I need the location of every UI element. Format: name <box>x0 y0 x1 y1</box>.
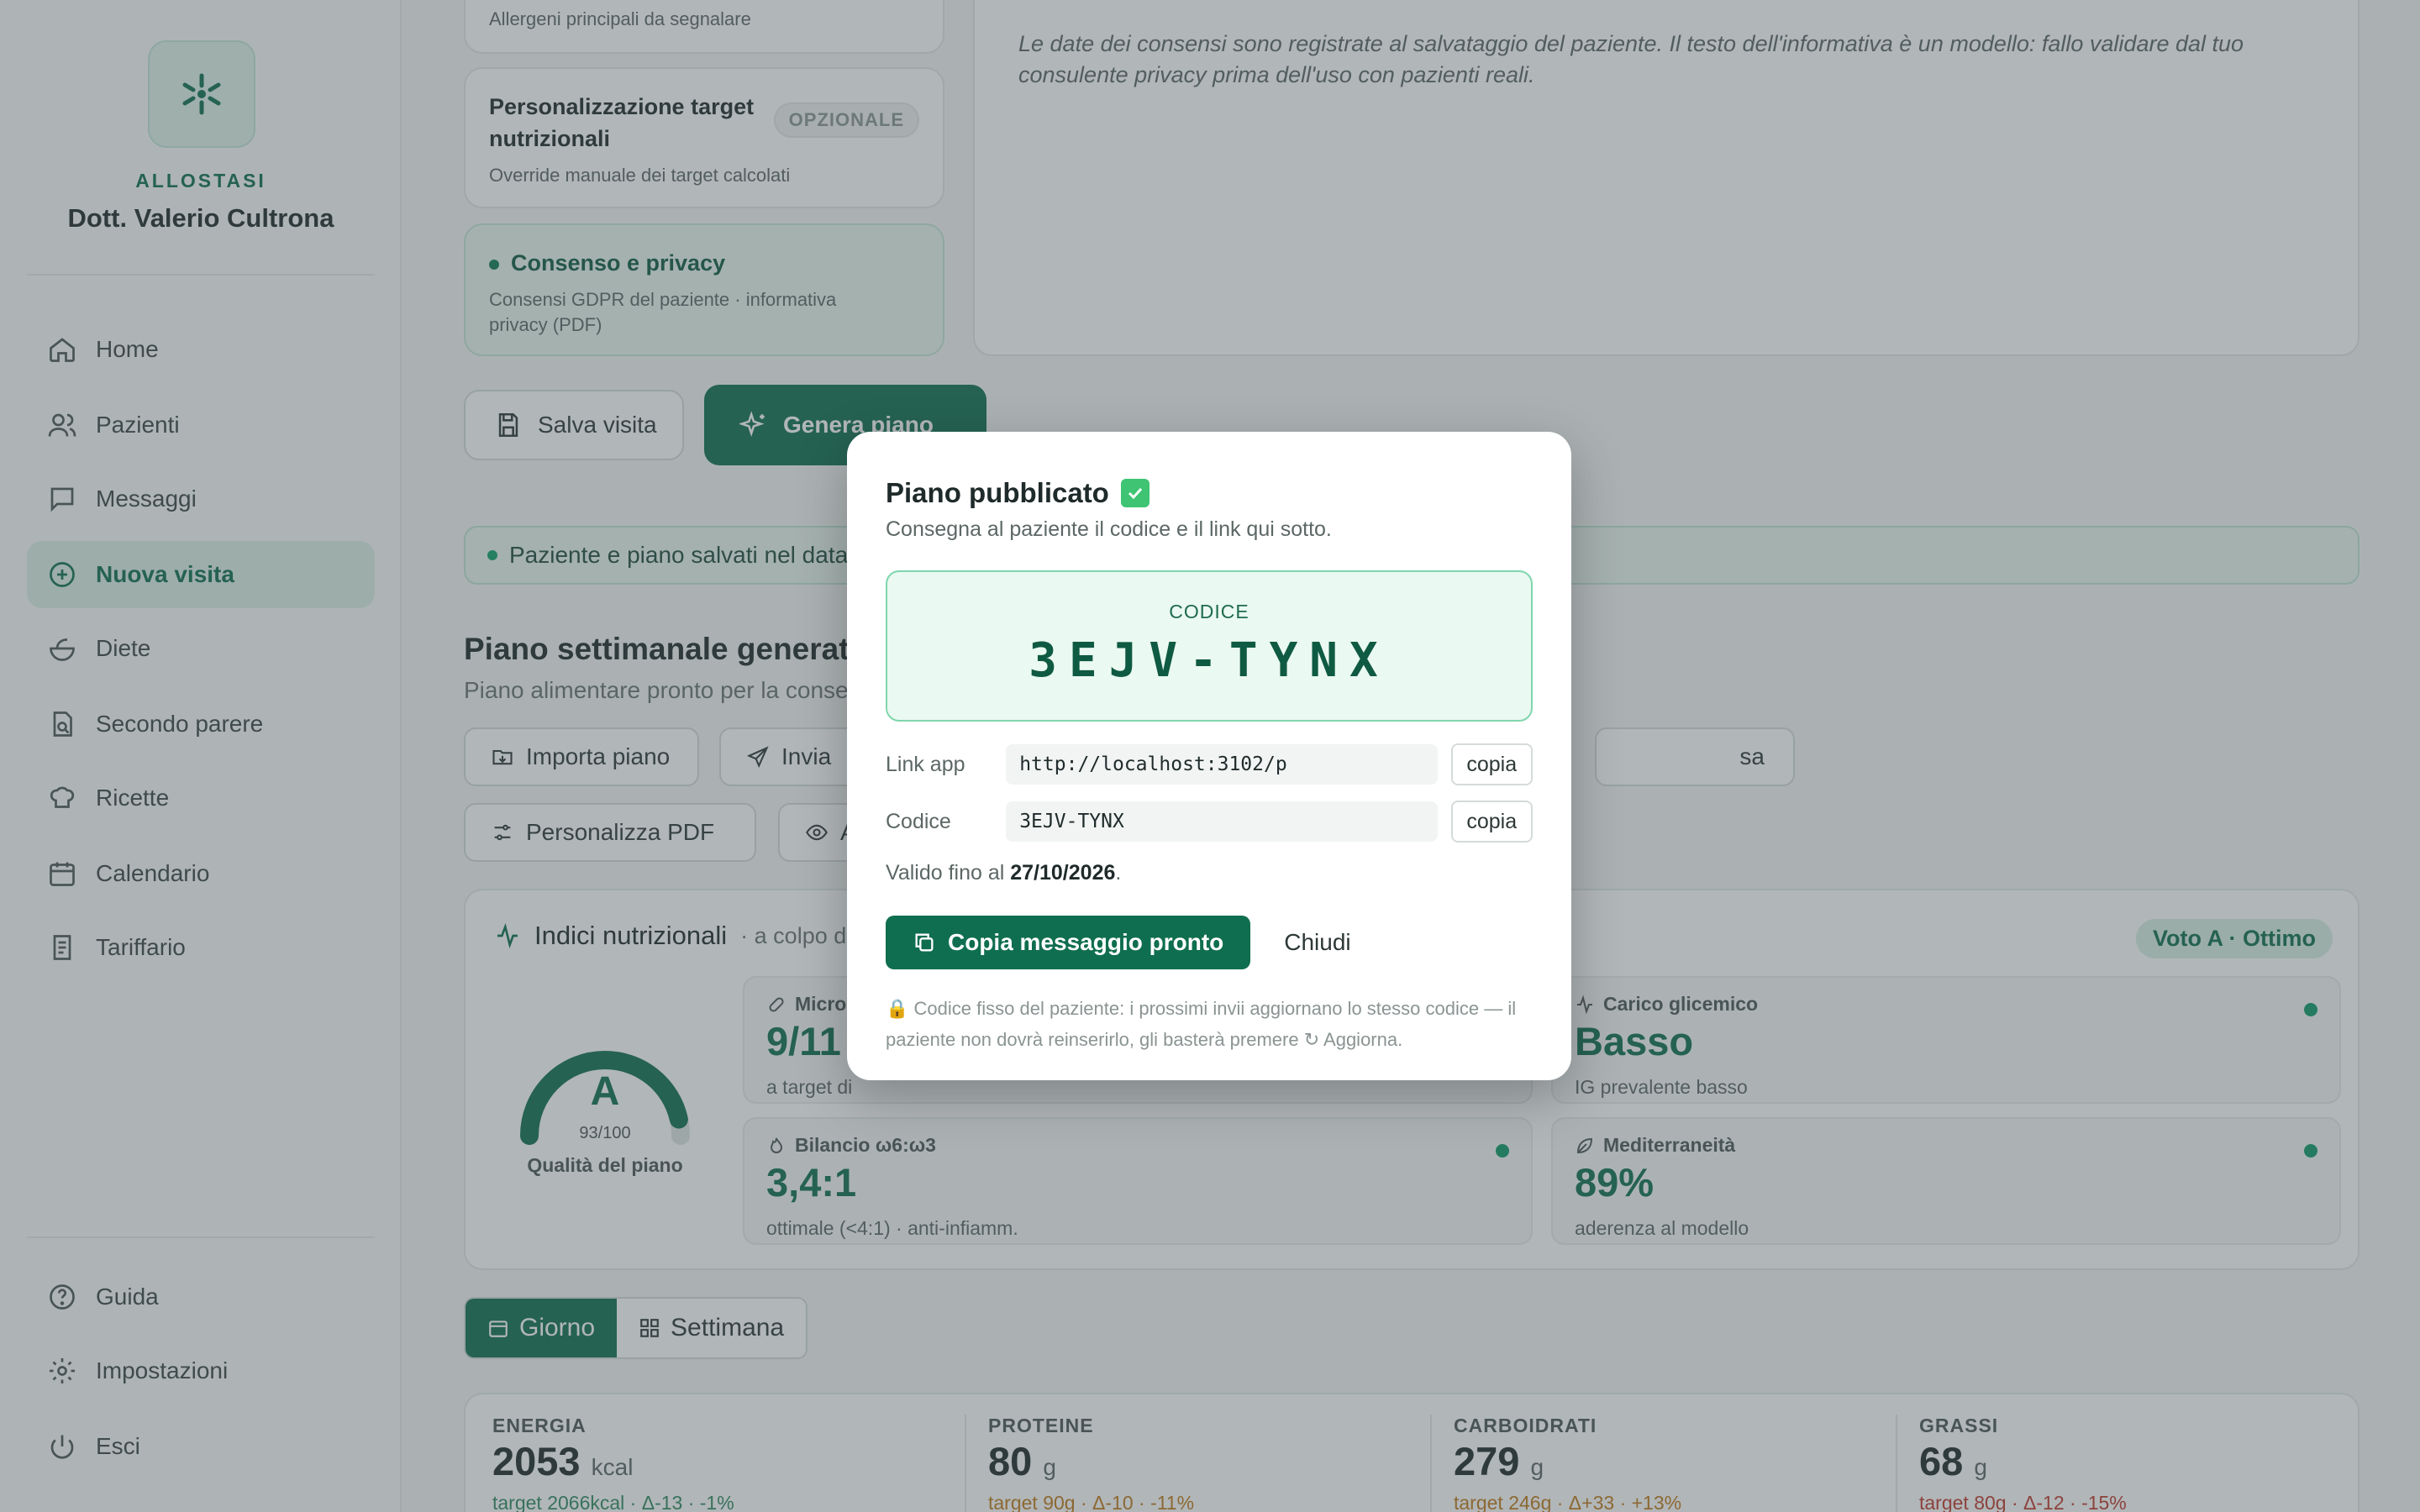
code-row-label: Codice <box>886 809 951 833</box>
close-button[interactable]: Chiudi <box>1284 929 1350 956</box>
code-field[interactable]: 3EJV-TYNX <box>1006 801 1438 842</box>
modal-title: Piano pubblicato <box>886 477 1109 508</box>
link-label: Link app <box>886 752 965 776</box>
code-row: Codice 3EJV-TYNX copia <box>886 801 1533 843</box>
code-value: 3EJV-TYNX <box>1028 633 1390 688</box>
modal-title-row: Piano pubblicato <box>886 477 1533 509</box>
validity-suffix: . <box>1115 861 1122 885</box>
link-row: Link app http://localhost:3102/p copia <box>886 743 1533 785</box>
link-field[interactable]: http://localhost:3102/p <box>1006 744 1438 785</box>
modal-note: 🔒 Codice fisso del paziente: i prossimi … <box>886 993 1533 1055</box>
copy-icon <box>915 933 934 952</box>
copy-message-button[interactable]: Copia messaggio pronto <box>886 916 1251 969</box>
lock-icon: 🔒 <box>886 998 909 1019</box>
modal-note-text: Codice fisso del paziente: i prossimi in… <box>886 998 1517 1050</box>
code-label: CODICE <box>1169 601 1249 622</box>
published-plan-modal: Piano pubblicato Consegna al paziente il… <box>847 432 1571 1080</box>
modal-subtitle: Consegna al paziente il codice e il link… <box>886 517 1332 541</box>
validity-date: 27/10/2026 <box>1010 861 1116 885</box>
modal-actions: Copia messaggio pronto Chiudi <box>886 916 1533 969</box>
copy-link-button[interactable]: copia <box>1450 743 1533 785</box>
validity-text: Valido fino al 27/10/2026. <box>886 861 1533 885</box>
code-display: CODICE 3EJV-TYNX <box>886 570 1533 722</box>
validity-prefix: Valido fino al <box>886 861 1005 885</box>
copy-code-button[interactable]: copia <box>1450 801 1533 843</box>
copy-message-label: Copia messaggio pronto <box>948 929 1224 955</box>
check-icon <box>1120 479 1150 507</box>
